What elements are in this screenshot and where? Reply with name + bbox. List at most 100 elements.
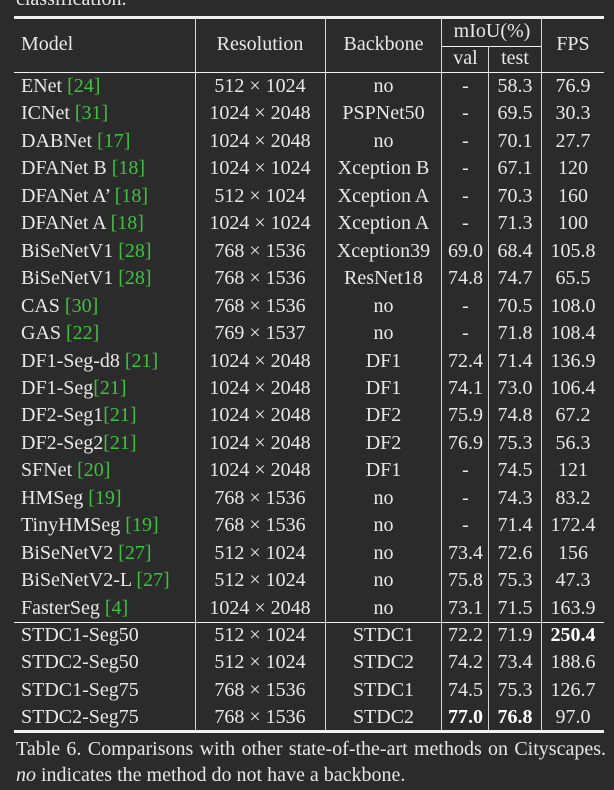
citation-link[interactable]: [21] bbox=[103, 432, 136, 454]
table-cell-val: 76.9 bbox=[448, 431, 483, 454]
table-cell-val: 69.0 bbox=[448, 239, 483, 262]
table-cell-test: 71.4 bbox=[497, 514, 533, 537]
table-cell-val: - bbox=[462, 75, 469, 97]
table-cell-test: 68.4 bbox=[497, 239, 533, 262]
header-backbone: Backbone bbox=[343, 33, 424, 55]
table-cell-resolution: 769 × 1537 bbox=[214, 322, 306, 345]
table-cell-test: 75.3 bbox=[497, 678, 533, 701]
table-cell-test: 74.3 bbox=[497, 486, 533, 509]
table-cell-model: DF1-Seg[21] bbox=[21, 376, 127, 399]
table-cell-backbone: ResNet18 bbox=[344, 267, 423, 290]
table-cell-val: - bbox=[462, 184, 469, 207]
citation-link[interactable]: [19] bbox=[125, 514, 158, 536]
table-cell-fps: 56.3 bbox=[555, 431, 591, 454]
table-cell-test: 71.8 bbox=[497, 322, 533, 345]
table-cell-resolution: 1024 × 1024 bbox=[209, 157, 311, 180]
citation-link[interactable]: [21] bbox=[125, 350, 158, 372]
table-cell-resolution: 1024 × 2048 bbox=[209, 102, 311, 125]
table-cell-fps: 160 bbox=[558, 184, 588, 207]
citation-link[interactable]: [30] bbox=[65, 295, 98, 317]
table-cell-test: 71.9 bbox=[497, 624, 533, 646]
table-cell-val: 74.2 bbox=[448, 651, 483, 674]
table-cell-test: 69.5 bbox=[497, 102, 533, 125]
table-cell-resolution: 768 × 1536 bbox=[214, 678, 306, 701]
table-cell-fps: 67.2 bbox=[555, 404, 591, 427]
caption-emphasis: no bbox=[16, 764, 36, 786]
table-cell-backbone: Xception39 bbox=[336, 239, 431, 262]
table-cell-resolution: 768 × 1536 bbox=[214, 514, 306, 537]
citation-link[interactable]: [21] bbox=[93, 377, 126, 399]
table-cell-test: 73.4 bbox=[497, 651, 533, 674]
table-cell-resolution: 768 × 1536 bbox=[214, 239, 306, 262]
table-cell-resolution: 1024 × 2048 bbox=[209, 129, 311, 152]
table-cell-fps: 126.7 bbox=[550, 678, 596, 701]
table-cell-resolution: 1024 × 2048 bbox=[209, 459, 311, 482]
citation-link[interactable]: [18] bbox=[112, 157, 145, 179]
citation-link[interactable]: [18] bbox=[115, 185, 148, 207]
table-cell-val: - bbox=[462, 129, 469, 152]
table-cell-fps: 156 bbox=[558, 541, 588, 564]
table-cell-resolution: 1024 × 2048 bbox=[209, 404, 311, 427]
citation-link[interactable]: [28] bbox=[118, 267, 151, 289]
table-cell-model: STDC2-Seg75 bbox=[21, 706, 139, 729]
table-cell-model: ICNet [31] bbox=[21, 102, 109, 125]
table-cell-val: 77.0 bbox=[448, 706, 483, 729]
table-cell-backbone: PSPNet50 bbox=[342, 102, 425, 125]
table-cell-test: 76.8 bbox=[497, 706, 533, 729]
table-cell-backbone: no bbox=[373, 294, 394, 317]
table-caption: Table 6. Comparisons with other state-of… bbox=[16, 736, 606, 788]
table-cell-resolution: 1024 × 2048 bbox=[209, 349, 311, 372]
table-cell-fps: 108.4 bbox=[550, 322, 596, 345]
table-cell-fps: 100 bbox=[558, 212, 588, 235]
table-cell-backbone: STDC1 bbox=[352, 624, 415, 646]
table-cell-model: DFANet A [18] bbox=[21, 212, 144, 235]
table-cell-model: CAS [30] bbox=[21, 294, 99, 317]
header-test: test bbox=[501, 47, 529, 69]
table-cell-resolution: 512 × 1024 bbox=[214, 75, 306, 97]
table-cell-fps: 106.4 bbox=[550, 376, 596, 399]
table-cell-resolution: 512 × 1024 bbox=[214, 624, 306, 646]
table-cell-test: 71.5 bbox=[497, 596, 533, 619]
table-cell-test: 70.1 bbox=[497, 129, 533, 152]
citation-link[interactable]: [17] bbox=[97, 130, 130, 152]
table-cell-val: 73.1 bbox=[448, 596, 483, 619]
table-cell-val: 74.8 bbox=[448, 267, 483, 290]
citation-link[interactable]: [20] bbox=[77, 459, 110, 481]
table-cell-resolution: 1024 × 2048 bbox=[209, 596, 311, 619]
table-cell-val: - bbox=[462, 212, 469, 235]
table-cell-val: 72.2 bbox=[448, 624, 483, 646]
citation-link[interactable]: [28] bbox=[118, 240, 151, 262]
table-cell-fps: 163.9 bbox=[550, 596, 596, 619]
table-cell-fps: 65.5 bbox=[555, 267, 591, 290]
citation-link[interactable]: [19] bbox=[88, 487, 121, 509]
table-cell-fps: 97.0 bbox=[555, 706, 591, 729]
table-cell-model: BiSeNetV1 [28] bbox=[21, 267, 152, 290]
citation-link[interactable]: [31] bbox=[75, 102, 108, 124]
table-cell-test: 74.5 bbox=[497, 459, 533, 482]
caption-suffix: indicates the method do not have a backb… bbox=[41, 764, 406, 786]
table-cell-backbone: Xception A bbox=[337, 212, 430, 235]
citation-link[interactable]: [18] bbox=[111, 212, 144, 234]
citation-link[interactable]: [22] bbox=[66, 322, 99, 344]
table-cell-fps: 120 bbox=[558, 157, 588, 180]
citation-link[interactable]: [27] bbox=[118, 542, 151, 564]
table-cell-fps: 83.2 bbox=[555, 486, 591, 509]
table-cell-model: DABNet [17] bbox=[21, 129, 131, 152]
table-cell-backbone: no bbox=[373, 486, 394, 509]
table-cell-test: 71.3 bbox=[497, 212, 533, 235]
table-cell-fps: 172.4 bbox=[550, 514, 596, 537]
table-cell-test: 71.4 bbox=[497, 349, 533, 372]
table-cell-resolution: 1024 × 2048 bbox=[209, 376, 311, 399]
citation-link[interactable]: [21] bbox=[103, 404, 136, 426]
top-text-fragment: classification. bbox=[16, 0, 127, 11]
table-cell-backbone: DF1 bbox=[365, 349, 402, 372]
table-cell-backbone: DF2 bbox=[365, 431, 402, 454]
citation-link[interactable]: [24] bbox=[67, 75, 100, 97]
table-cell-fps: 121 bbox=[558, 459, 588, 482]
table-cell-val: 75.9 bbox=[448, 404, 483, 427]
citation-link[interactable]: [27] bbox=[136, 569, 169, 591]
table-cell-test: 67.1 bbox=[497, 157, 533, 180]
citation-link[interactable]: [4] bbox=[105, 597, 128, 619]
table-cell-test: 72.6 bbox=[497, 541, 533, 564]
table-cell-resolution: 768 × 1536 bbox=[214, 706, 306, 729]
